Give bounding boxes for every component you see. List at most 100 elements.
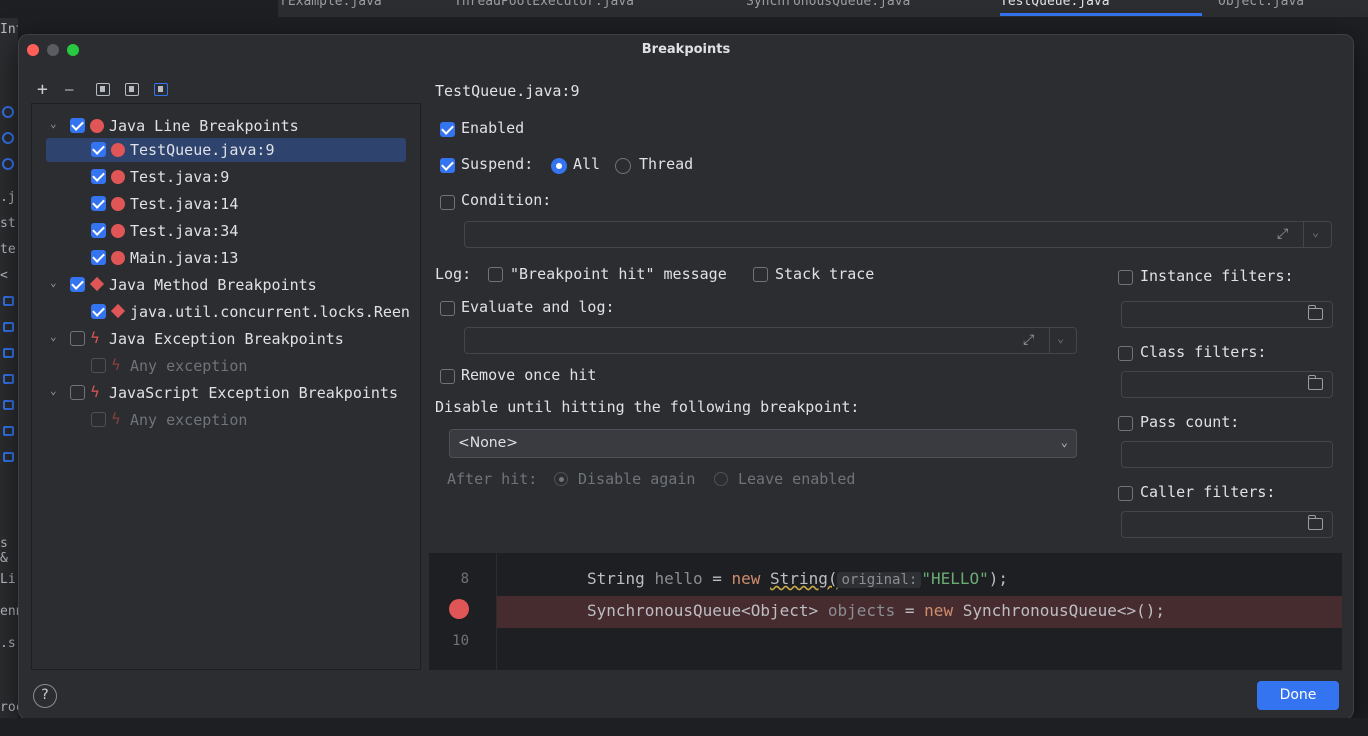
breakpoint-checkbox[interactable] bbox=[91, 250, 106, 265]
chevron-down-icon[interactable]: ⌄ bbox=[50, 385, 60, 396]
editor-tab[interactable]: Object.java bbox=[1218, 0, 1304, 16]
breakpoint-checkbox[interactable] bbox=[91, 412, 106, 427]
class-filters-checkbox[interactable] bbox=[1118, 346, 1133, 361]
enabled-checkbox[interactable] bbox=[440, 122, 455, 137]
chevron-down-icon[interactable]: ⌄ bbox=[1057, 331, 1064, 345]
suspend-checkbox[interactable] bbox=[440, 158, 455, 173]
breakpoints-tree[interactable]: ⌄ Java Line Breakpoints TestQueue.java:9… bbox=[31, 103, 421, 670]
line-breakpoint-icon bbox=[111, 251, 125, 265]
evaluate-log-checkbox[interactable] bbox=[440, 301, 455, 316]
breakpoint-checkbox[interactable] bbox=[91, 304, 106, 319]
project-fragment: roc bbox=[0, 700, 18, 715]
editor-tab[interactable]: SynchronousQueue.java bbox=[746, 0, 910, 16]
instance-filters-checkbox[interactable] bbox=[1118, 270, 1133, 285]
code-token: new bbox=[731, 569, 771, 588]
condition-input[interactable]: ⤢ ⌄ bbox=[464, 221, 1332, 248]
suspend-all-label[interactable]: All bbox=[573, 155, 600, 173]
tree-item[interactable]: java.util.concurrent.locks.Reen bbox=[32, 300, 420, 324]
leave-enabled-radio[interactable] bbox=[714, 472, 728, 486]
disable-until-select[interactable]: <None> ⌄ bbox=[449, 429, 1077, 458]
help-button[interactable]: ? bbox=[33, 684, 57, 708]
stack-trace-label[interactable]: Stack trace bbox=[775, 265, 874, 283]
tree-group-java-exception[interactable]: ⌄ ϟ Java Exception Breakpoints bbox=[32, 327, 420, 351]
breakpoint-checkbox[interactable] bbox=[91, 358, 106, 373]
pass-count-input[interactable] bbox=[1121, 441, 1333, 468]
code-line-8: String hello = new String(original: "HELL… bbox=[587, 569, 1008, 588]
chevron-down-icon[interactable]: ⌄ bbox=[1312, 225, 1319, 239]
pass-count-label[interactable]: Pass count: bbox=[1140, 413, 1239, 431]
editor-tab[interactable]: ThreadPoolExecutor.java bbox=[454, 0, 634, 16]
breakpoint-marker-icon[interactable] bbox=[449, 599, 469, 619]
suspend-all-radio[interactable] bbox=[551, 158, 567, 174]
parameter-hint: original: bbox=[837, 572, 922, 588]
tree-item[interactable]: ϟ Any exception bbox=[32, 354, 420, 378]
tree-item-selected[interactable]: TestQueue.java:9 bbox=[46, 138, 406, 162]
ide-bottom-edge bbox=[0, 718, 1368, 736]
instance-filters-label[interactable]: Instance filters: bbox=[1140, 267, 1294, 285]
evaluate-log-input[interactable]: ⤢ ⌄ bbox=[464, 327, 1077, 354]
expand-icon[interactable]: ⤢ bbox=[1023, 332, 1034, 348]
disable-until-value: <None> bbox=[458, 435, 518, 451]
caller-filters-input[interactable] bbox=[1121, 511, 1333, 538]
group-checkbox[interactable] bbox=[70, 331, 85, 346]
tree-item[interactable]: Test.java:14 bbox=[32, 192, 420, 216]
tree-item[interactable]: ϟ Any exception bbox=[32, 408, 420, 432]
tree-item[interactable]: Main.java:13 bbox=[32, 246, 420, 270]
remove-breakpoint-button[interactable]: — bbox=[65, 81, 73, 99]
log-message-checkbox[interactable] bbox=[488, 267, 503, 282]
suspend-thread-label[interactable]: Thread bbox=[639, 155, 693, 173]
folder-icon[interactable] bbox=[1308, 375, 1323, 390]
chevron-down-icon[interactable]: ⌄ bbox=[50, 118, 60, 129]
breakpoint-checkbox[interactable] bbox=[91, 196, 106, 211]
tree-item[interactable]: Test.java:34 bbox=[32, 219, 420, 243]
tree-item[interactable]: Test.java:9 bbox=[32, 165, 420, 189]
caller-filters-label[interactable]: Caller filters: bbox=[1140, 483, 1275, 501]
folder-icon[interactable] bbox=[1308, 305, 1323, 320]
tree-label: Java Exception Breakpoints bbox=[109, 330, 344, 348]
tree-label: Java Line Breakpoints bbox=[109, 117, 299, 135]
group-checkbox[interactable] bbox=[70, 385, 85, 400]
field-divider bbox=[1303, 222, 1304, 247]
evaluate-log-label[interactable]: Evaluate and log: bbox=[461, 298, 615, 316]
disable-again-radio[interactable] bbox=[554, 472, 568, 486]
condition-label[interactable]: Condition: bbox=[461, 191, 551, 209]
editor-tab-active[interactable]: TestQueue.java bbox=[1000, 0, 1202, 16]
enabled-label[interactable]: Enabled bbox=[461, 119, 524, 137]
group-checkbox[interactable] bbox=[70, 277, 85, 292]
breakpoint-checkbox[interactable] bbox=[91, 223, 106, 238]
folder-icon[interactable] bbox=[1308, 515, 1323, 530]
class-filters-label[interactable]: Class filters: bbox=[1140, 343, 1266, 361]
chevron-down-icon[interactable]: ⌄ bbox=[50, 331, 60, 342]
remove-once-hit-checkbox[interactable] bbox=[440, 369, 455, 384]
pass-count-checkbox[interactable] bbox=[1118, 416, 1133, 431]
tree-group-java-method[interactable]: ⌄ Java Method Breakpoints bbox=[32, 273, 420, 297]
add-breakpoint-button[interactable]: + bbox=[37, 81, 48, 99]
suspend-label[interactable]: Suspend: bbox=[461, 155, 533, 173]
log-message-label[interactable]: "Breakpoint hit" message bbox=[510, 265, 727, 283]
remove-once-hit-label[interactable]: Remove once hit bbox=[461, 366, 596, 384]
chevron-down-icon[interactable]: ⌄ bbox=[50, 277, 60, 288]
breakpoint-checkbox[interactable] bbox=[91, 169, 106, 184]
tree-group-java-line[interactable]: ⌄ Java Line Breakpoints bbox=[32, 114, 420, 138]
leave-enabled-label[interactable]: Leave enabled bbox=[738, 470, 855, 488]
tree-label: Test.java:34 bbox=[130, 222, 239, 240]
group-by-package-icon[interactable] bbox=[154, 83, 168, 96]
tree-label: TestQueue.java:9 bbox=[130, 141, 275, 159]
chevron-down-icon: ⌄ bbox=[1060, 435, 1068, 449]
condition-checkbox[interactable] bbox=[440, 195, 455, 210]
stack-trace-checkbox[interactable] bbox=[753, 267, 768, 282]
editor-tab[interactable]: rExample.java bbox=[280, 0, 382, 16]
group-by-file-icon[interactable] bbox=[96, 83, 110, 96]
group-by-class-icon[interactable] bbox=[125, 83, 139, 96]
disable-again-label[interactable]: Disable again bbox=[578, 470, 695, 488]
expand-icon[interactable]: ⤢ bbox=[1277, 226, 1288, 242]
suspend-thread-radio[interactable] bbox=[615, 158, 631, 174]
class-filters-input[interactable] bbox=[1121, 371, 1333, 398]
done-button[interactable]: Done bbox=[1257, 681, 1339, 710]
tree-group-javascript-exception[interactable]: ⌄ ϟ JavaScript Exception Breakpoints bbox=[32, 381, 420, 405]
instance-filters-input[interactable] bbox=[1121, 301, 1333, 328]
breakpoint-checkbox[interactable] bbox=[91, 142, 106, 157]
caller-filters-checkbox[interactable] bbox=[1118, 486, 1133, 501]
group-checkbox[interactable] bbox=[70, 118, 85, 133]
project-fragment: enn bbox=[0, 604, 18, 619]
